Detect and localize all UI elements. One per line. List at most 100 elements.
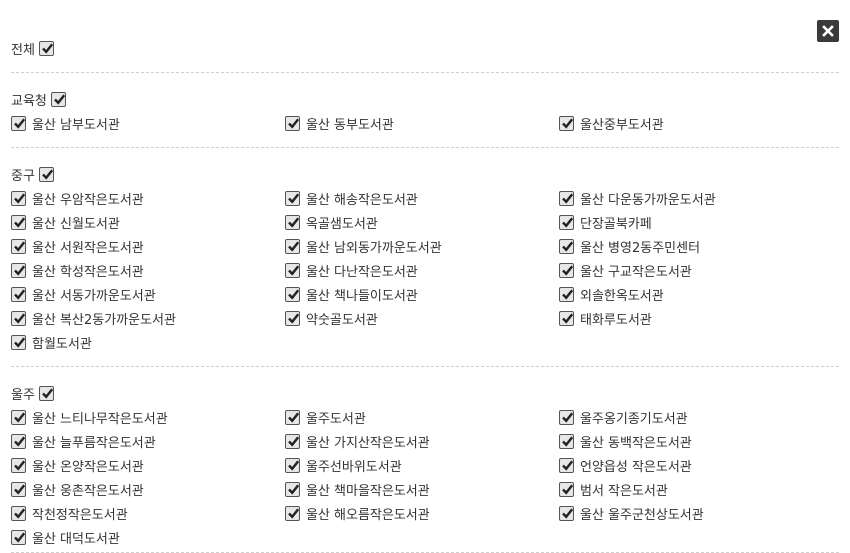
library-option[interactable]: 울산 신월도서관	[11, 213, 285, 232]
library-checkbox[interactable]	[285, 286, 300, 302]
library-checkbox[interactable]	[11, 190, 26, 206]
library-checkbox[interactable]	[285, 457, 300, 473]
checkbox-row: 울산 우암작은도서관 울산 해송작은도서관 울산 다운동가까운도서관	[11, 186, 839, 210]
library-checkbox[interactable]	[11, 115, 26, 131]
library-checkbox[interactable]	[285, 214, 300, 230]
library-checkbox[interactable]	[285, 310, 300, 326]
group-checkbox[interactable]	[38, 166, 54, 182]
checkmark-icon	[42, 168, 54, 180]
library-checkbox[interactable]	[285, 409, 300, 425]
library-option[interactable]: 울산 서원작은도서관	[11, 237, 285, 256]
library-checkbox[interactable]	[11, 433, 26, 449]
checkmark-icon	[42, 387, 54, 399]
library-checkbox[interactable]	[285, 505, 300, 521]
library-option[interactable]: 울산 남부도서관	[11, 114, 285, 133]
library-checkbox[interactable]	[11, 409, 26, 425]
library-option[interactable]: 약숫골도서관	[285, 309, 559, 328]
library-checkbox[interactable]	[285, 262, 300, 278]
library-checkbox[interactable]	[11, 457, 26, 473]
group-divider	[11, 147, 839, 148]
library-option[interactable]: 외솔한옥도서관	[559, 285, 833, 304]
library-option[interactable]: 울산 가지산작은도서관	[285, 432, 559, 451]
library-checkbox[interactable]	[559, 115, 574, 131]
library-option[interactable]: 언양읍성 작은도서관	[559, 456, 833, 475]
library-option[interactable]: 울산 책나들이도서관	[285, 285, 559, 304]
library-checkbox[interactable]	[285, 481, 300, 497]
library-checkbox[interactable]	[11, 505, 26, 521]
library-checkbox[interactable]	[559, 286, 574, 302]
library-checkbox[interactable]	[11, 214, 26, 230]
library-checkbox[interactable]	[559, 409, 574, 425]
library-option[interactable]: 울산 느티나무작은도서관	[11, 408, 285, 427]
library-checkbox[interactable]	[11, 286, 26, 302]
library-option[interactable]: 울산 남외동가까운도서관	[285, 237, 559, 256]
library-option[interactable]: 울산 구교작은도서관	[559, 261, 833, 280]
library-option[interactable]: 울산 우암작은도서관	[11, 189, 285, 208]
library-checkbox[interactable]	[11, 529, 26, 545]
group-checkbox[interactable]	[38, 385, 54, 401]
library-label: 단장골북카페	[580, 216, 652, 232]
library-option[interactable]: 울산 늘푸름작은도서관	[11, 432, 285, 451]
checkmark-icon	[14, 507, 26, 519]
library-checkbox[interactable]	[285, 115, 300, 131]
library-checkbox[interactable]	[285, 433, 300, 449]
group-label: 중구	[11, 168, 35, 184]
library-option[interactable]: 울산 해송작은도서관	[285, 189, 559, 208]
library-option[interactable]: 울산 책마을작은도서관	[285, 480, 559, 499]
library-checkbox[interactable]	[559, 262, 574, 278]
library-checkbox[interactable]	[559, 214, 574, 230]
library-option[interactable]: 울산 웅촌작은도서관	[11, 480, 285, 499]
library-option[interactable]: 울산중부도서관	[559, 114, 833, 133]
library-checkbox[interactable]	[11, 481, 26, 497]
library-option[interactable]: 울산 서동가까운도서관	[11, 285, 285, 304]
library-checkbox[interactable]	[559, 433, 574, 449]
library-checkbox[interactable]	[559, 310, 574, 326]
library-option[interactable]: 함월도서관	[11, 333, 285, 352]
library-option[interactable]: 울주선바위도서관	[285, 456, 559, 475]
checkbox-row: 울산 늘푸름작은도서관 울산 가지산작은도서관 울산 동백작은도서관	[11, 429, 839, 453]
checkmark-icon	[14, 483, 26, 495]
library-option[interactable]: 울산 다난작은도서관	[285, 261, 559, 280]
library-option[interactable]: 울산 동부도서관	[285, 114, 559, 133]
library-option[interactable]: 울산 복산2동가까운도서관	[11, 309, 285, 328]
library-checkbox[interactable]	[11, 310, 26, 326]
library-checkbox[interactable]	[559, 481, 574, 497]
library-option[interactable]: 울산 병영2동주민센터	[559, 237, 833, 256]
library-checkbox[interactable]	[285, 238, 300, 254]
library-label: 작천정작은도서관	[32, 507, 128, 523]
library-option[interactable]: 옥골샘도서관	[285, 213, 559, 232]
library-checkbox[interactable]	[11, 334, 26, 350]
library-option[interactable]: 울산 다운동가까운도서관	[559, 189, 833, 208]
library-option[interactable]: 작천정작은도서관	[11, 504, 285, 523]
group-checkbox[interactable]	[50, 91, 66, 107]
library-label: 울산 구교작은도서관	[580, 264, 692, 280]
library-option[interactable]: 울산 울주군천상도서관	[559, 504, 833, 523]
library-option[interactable]: 울주옹기종기도서관	[559, 408, 833, 427]
library-option[interactable]: 태화루도서관	[559, 309, 833, 328]
checkmark-icon	[14, 336, 26, 348]
library-option[interactable]: 울산 해오름작은도서관	[285, 504, 559, 523]
library-checkbox[interactable]	[559, 190, 574, 206]
library-option[interactable]: 울산 온양작은도서관	[11, 456, 285, 475]
checkmark-icon	[14, 264, 26, 276]
library-option[interactable]: 단장골북카페	[559, 213, 833, 232]
library-checkbox[interactable]	[285, 190, 300, 206]
library-option[interactable]: 울산 학성작은도서관	[11, 261, 285, 280]
checkmark-icon	[288, 483, 300, 495]
checkbox-row: 울산 남부도서관 울산 동부도서관 울산중부도서관	[11, 111, 839, 135]
checkmark-icon	[562, 264, 574, 276]
library-option[interactable]: 범서 작은도서관	[559, 480, 833, 499]
library-checkbox[interactable]	[11, 262, 26, 278]
checkmark-icon	[562, 435, 574, 447]
library-option[interactable]: 울주도서관	[285, 408, 559, 427]
library-option[interactable]: 울산 동백작은도서관	[559, 432, 833, 451]
checkmark-icon	[14, 411, 26, 423]
checkmark-icon	[14, 216, 26, 228]
all-checkbox[interactable]	[38, 40, 54, 56]
library-checkbox[interactable]	[559, 457, 574, 473]
library-checkbox[interactable]	[559, 505, 574, 521]
checkbox-row: 함월도서관	[11, 330, 839, 354]
library-checkbox[interactable]	[559, 238, 574, 254]
library-option[interactable]: 울산 대덕도서관	[11, 528, 285, 547]
library-checkbox[interactable]	[11, 238, 26, 254]
